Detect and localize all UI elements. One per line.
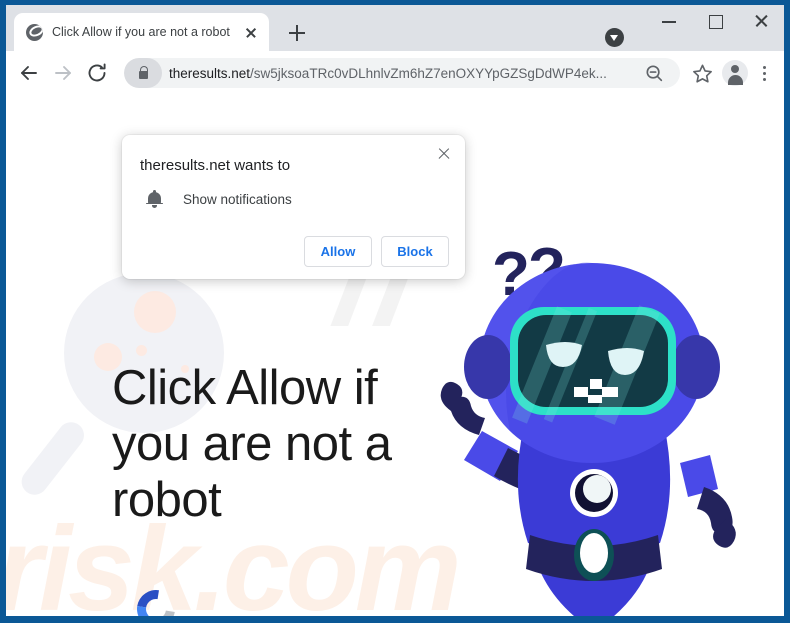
browser-window-frame: Click Allow if you are not a robot there…: [0, 0, 790, 623]
minimize-button[interactable]: [646, 5, 692, 35]
robot-belt-light: [580, 533, 608, 573]
decorative-dot: [136, 345, 147, 356]
download-arrow-icon[interactable]: [605, 28, 624, 47]
browser-toolbar: theresults.net/sw5jksoaTRc0vDLhnlvZm6hZ7…: [6, 51, 784, 95]
robot-mascot-illustration: ? ?: [440, 236, 736, 616]
page-headline: Click Allow if you are not a robot: [112, 361, 392, 527]
block-button[interactable]: Block: [381, 236, 449, 267]
permission-label: Show notifications: [183, 191, 292, 207]
robot-right-ear: [672, 335, 720, 399]
tab-strip: Click Allow if you are not a robot: [6, 5, 784, 51]
bell-icon: [146, 190, 163, 208]
forward-arrow-icon: [48, 58, 78, 88]
new-tab-button[interactable]: [283, 19, 311, 47]
dialog-title: theresults.net wants to: [140, 157, 291, 174]
robot-left-ear: [464, 335, 512, 399]
magnifier-handle-decoration: [16, 416, 90, 500]
tab-title: Click Allow if you are not a robot: [52, 25, 230, 39]
notification-permission-dialog: theresults.net wants to Show notificatio…: [122, 135, 465, 279]
globe-icon: [26, 23, 43, 41]
lock-icon[interactable]: [124, 58, 162, 88]
profile-avatar-icon[interactable]: [722, 60, 748, 86]
close-window-button[interactable]: [738, 5, 784, 35]
window-controls: [646, 5, 784, 51]
maximize-button[interactable]: [692, 5, 738, 35]
captcha-logo: E-CAPTCHA: [121, 582, 191, 616]
dialog-actions: Allow Block: [138, 236, 449, 267]
browser-window: Click Allow if you are not a robot there…: [6, 5, 784, 616]
close-icon[interactable]: [241, 22, 261, 42]
url-text: theresults.net/sw5jksoaTRc0vDLhnlvZm6hZ7…: [169, 66, 642, 81]
url-domain: theresults.net: [169, 65, 251, 81]
zoom-out-icon[interactable]: [642, 59, 670, 87]
decorative-dot: [134, 291, 176, 333]
reload-icon[interactable]: [82, 58, 112, 88]
allow-button[interactable]: Allow: [304, 236, 372, 267]
three-dot-menu-icon[interactable]: [752, 59, 776, 87]
address-bar[interactable]: theresults.net/sw5jksoaTRc0vDLhnlvZm6hZ7…: [124, 58, 680, 88]
page-content: // risk.com Click Allow if you are not a…: [6, 95, 784, 616]
url-path: /sw5jksoaTRc0vDLhnlvZm6hZ7enOXYYpGZSgDdW…: [250, 65, 607, 81]
browser-tab[interactable]: Click Allow if you are not a robot: [14, 13, 269, 51]
star-icon[interactable]: [689, 59, 717, 87]
permission-row: Show notifications: [138, 190, 449, 208]
captcha-c-icon: [129, 582, 183, 616]
close-icon[interactable]: [433, 143, 455, 165]
back-arrow-icon[interactable]: [14, 58, 44, 88]
